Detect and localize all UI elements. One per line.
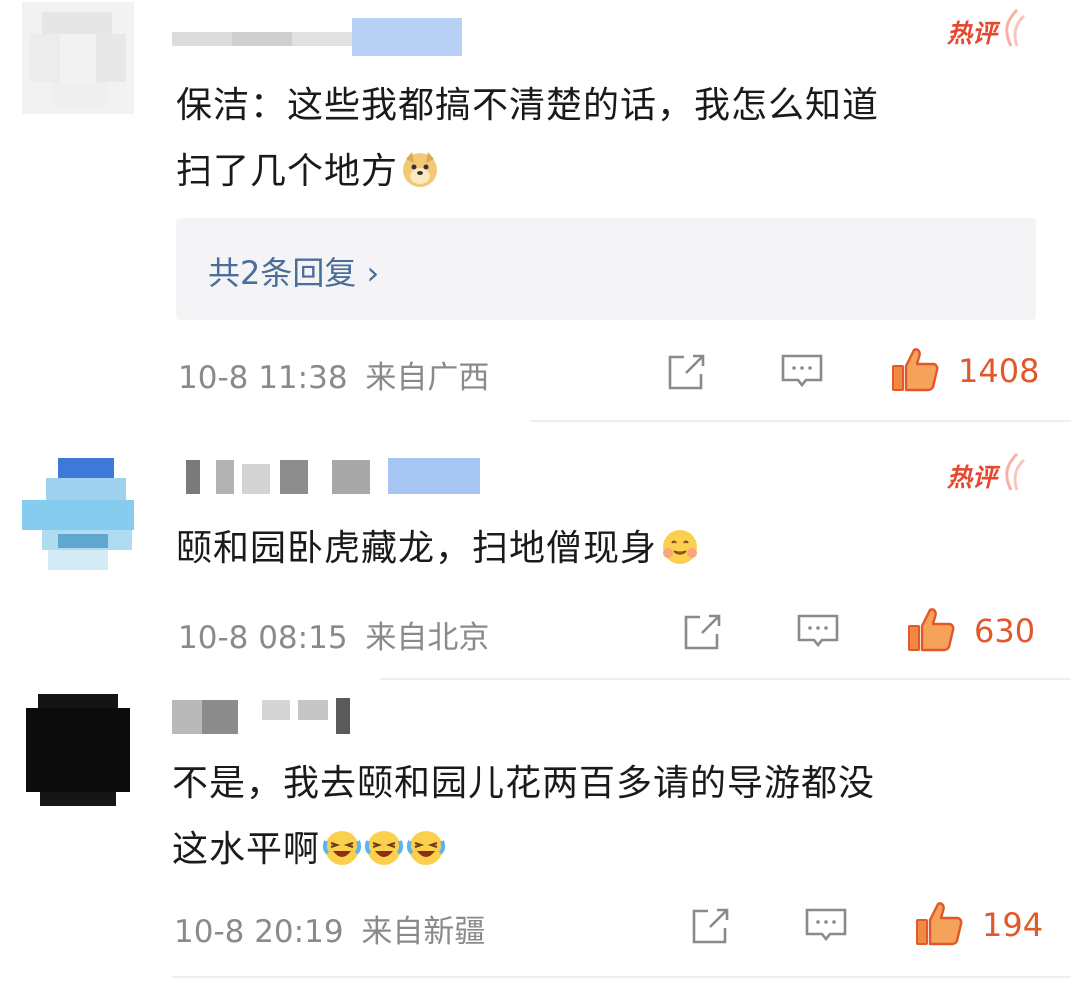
- avatar[interactable]: [22, 458, 134, 570]
- laugh-cry-emoji: [364, 823, 404, 889]
- timestamp: 10-8 11:38: [178, 360, 348, 396]
- like-count: 630: [974, 612, 1036, 650]
- timestamp: 10-8 20:19: [174, 914, 344, 950]
- comment-meta: 10-8 11:38 来自广西: [178, 352, 489, 397]
- hot-comment-badge: 热评: [947, 452, 1027, 498]
- hot-comment-badge: 热评: [947, 8, 1027, 54]
- username[interactable]: [172, 18, 472, 58]
- like-count: 194: [982, 906, 1044, 944]
- comment-item: 不是，我去颐和园儿花两百多请的导游都没 这水平啊 10-8 20:19 来自新疆…: [0, 680, 1071, 992]
- doge-emoji: [400, 145, 440, 211]
- like-icon[interactable]: [906, 606, 956, 658]
- divider: [172, 976, 1071, 978]
- avatar[interactable]: [22, 694, 134, 806]
- like-icon[interactable]: [914, 900, 964, 952]
- comment-meta: 10-8 08:15 来自北京: [178, 612, 489, 657]
- avatar[interactable]: [22, 2, 134, 114]
- share-icon[interactable]: [690, 906, 732, 950]
- comment-item: 热评 保洁：这些我都搞不清楚的话，我怎么知道 扫了几个地方 共2条回复 › 10…: [0, 0, 1071, 422]
- location: 来自北京: [365, 620, 490, 656]
- timestamp: 10-8 08:15: [178, 620, 348, 656]
- share-icon[interactable]: [682, 612, 724, 656]
- comment-icon[interactable]: [780, 352, 824, 396]
- location: 来自新疆: [361, 914, 486, 950]
- comment-icon[interactable]: [796, 612, 840, 656]
- flame-icon: [1005, 8, 1026, 47]
- location: 来自广西: [365, 360, 490, 396]
- replies-link[interactable]: 共2条回复 ›: [176, 218, 1036, 320]
- laugh-cry-emoji: [322, 823, 362, 889]
- like-count: 1408: [958, 352, 1040, 390]
- username[interactable]: [172, 694, 372, 734]
- comment-meta: 10-8 20:19 来自新疆: [174, 906, 485, 951]
- flame-icon: [1005, 452, 1026, 491]
- comment-text: 保洁：这些我都搞不清楚的话，我怎么知道 扫了几个地方: [176, 73, 1046, 211]
- comment-text: 颐和园卧虎藏龙，扫地僧现身: [176, 516, 1046, 588]
- shy-emoji: [659, 522, 701, 588]
- share-icon[interactable]: [666, 352, 708, 396]
- like-icon[interactable]: [890, 346, 940, 398]
- comment-text: 不是，我去颐和园儿花两百多请的导游都没 这水平啊: [172, 751, 1042, 889]
- comment-icon[interactable]: [804, 906, 848, 950]
- laugh-cry-emoji: [406, 823, 446, 889]
- username[interactable]: [172, 456, 492, 496]
- comment-item: 热评 颐和园卧虎藏龙，扫地僧现身 10-8 08:15 来自北京 630: [0, 422, 1071, 680]
